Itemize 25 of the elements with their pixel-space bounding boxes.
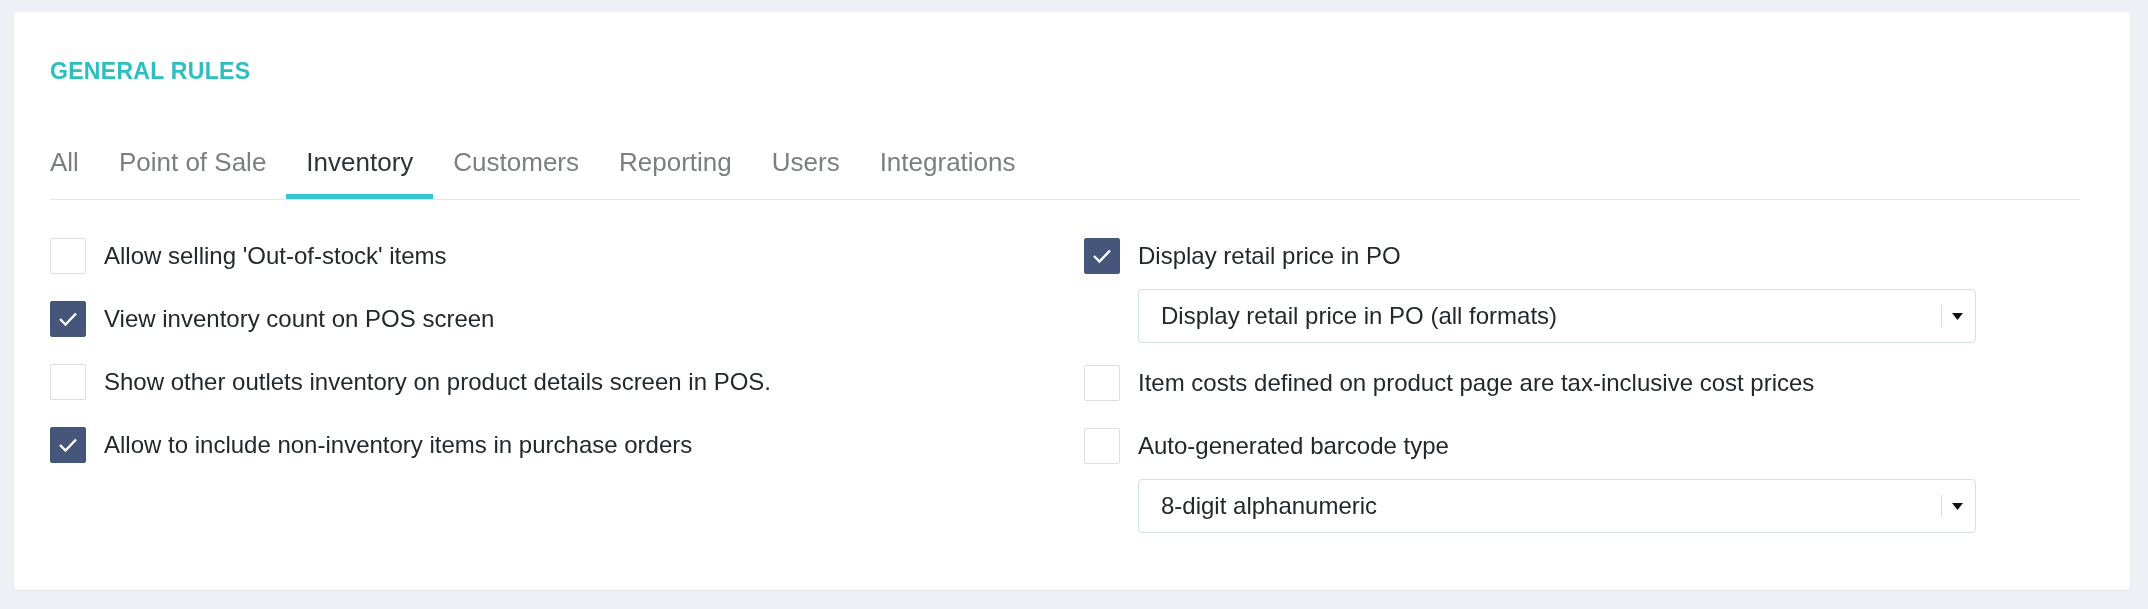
- option-label: Display retail price in PO: [1138, 241, 1401, 270]
- tab[interactable]: All: [50, 137, 99, 199]
- option-label: View inventory count on POS screen: [104, 304, 495, 333]
- checkmark-icon: [58, 436, 78, 453]
- tab[interactable]: Customers: [433, 137, 599, 199]
- tab[interactable]: Inventory: [286, 137, 434, 199]
- dropdown[interactable]: 8-digit alphanumeric: [1138, 479, 1976, 533]
- caret-icon: [1952, 312, 1963, 320]
- checkbox[interactable]: [1084, 237, 1120, 274]
- tab[interactable]: Point of Sale: [98, 137, 287, 199]
- checkbox[interactable]: [50, 300, 86, 337]
- option-label: Allow selling 'Out-of-stock' items: [104, 241, 447, 270]
- dropdown[interactable]: Display retail price in PO (all formats): [1138, 289, 1976, 343]
- option-label: Item costs defined on product page are tax-inclusive cost prices: [1138, 368, 1815, 397]
- caret-icon: [1952, 502, 1963, 510]
- tab[interactable]: Integrations: [859, 137, 1036, 199]
- checkmark-icon: [1092, 247, 1112, 264]
- checkmark-icon: [58, 310, 78, 327]
- tab[interactable]: Users: [751, 137, 860, 199]
- section-title: GENERAL RULES: [50, 58, 251, 85]
- checkbox[interactable]: [50, 426, 86, 463]
- option-label: Show other outlets inventory on product details screen in POS.: [104, 367, 772, 396]
- option-label: Auto-generated barcode type: [1138, 431, 1449, 460]
- option-label: Allow to include non-inventory items in purchase orders: [104, 430, 693, 459]
- tab[interactable]: Reporting: [599, 137, 752, 199]
